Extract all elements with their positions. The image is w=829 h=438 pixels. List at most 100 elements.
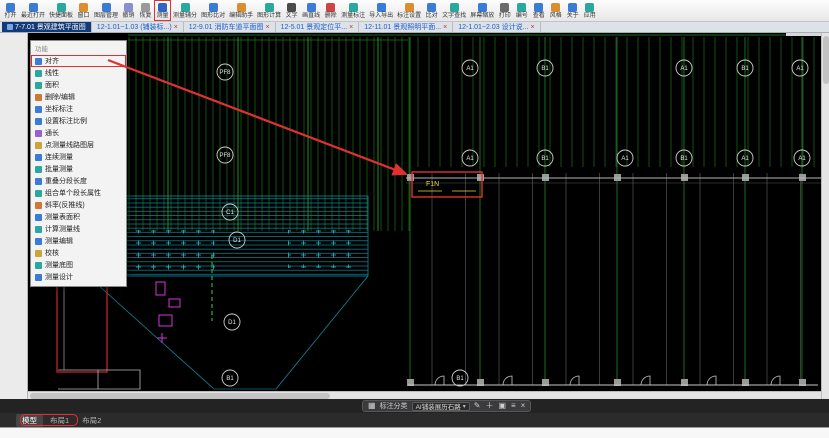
panel-item-16[interactable]: 测量编辑 <box>31 235 126 247</box>
vertical-scrollbar-thumb[interactable] <box>823 36 829 84</box>
panel-item-icon <box>35 57 42 65</box>
close-icon[interactable]: × <box>174 24 178 31</box>
text-icon <box>287 2 297 12</box>
panel-item-19[interactable]: 测量设计 <box>31 271 126 283</box>
close-icon[interactable]: × <box>349 24 353 31</box>
toolbar-button-27[interactable]: 应用 <box>581 0 598 21</box>
delete-icon[interactable]: × <box>521 402 526 410</box>
document-tab-6[interactable]: 12-1.01~2.03 设计说... × <box>453 22 541 32</box>
toolbar-button-7[interactable]: 恢复 <box>137 0 154 21</box>
panel-item-label: 删除/编辑 <box>45 94 75 101</box>
panel-item-icon <box>35 201 42 209</box>
panel-item-5[interactable]: 坐标标注 <box>31 103 126 115</box>
layout-tab-2[interactable]: 布局1 <box>44 414 75 427</box>
toolbar-button-26[interactable]: 关于 <box>564 0 581 21</box>
draw-line-icon <box>306 2 316 12</box>
toolbar-button-label: 关于 <box>566 12 579 19</box>
toolbar-button-15[interactable]: 删除 <box>322 0 339 21</box>
annotation-classify-dropdown[interactable]: AI铺装展历石路 ▾ <box>411 401 470 411</box>
toolbar-button-24[interactable]: 查看 <box>530 0 547 21</box>
layout-tab-1[interactable]: 模型 <box>16 413 43 427</box>
toolbar-button-1[interactable]: 打开 <box>2 0 19 21</box>
toolbar-button-23[interactable]: 编号 <box>513 0 530 21</box>
import-export-icon <box>376 2 386 12</box>
screen-zoom-icon <box>477 2 487 12</box>
toolbar-button-5[interactable]: 图层管理 <box>92 0 120 21</box>
close-icon[interactable]: × <box>443 24 447 31</box>
panel-item-icon <box>35 213 42 221</box>
panel-item-12[interactable]: 组合单个段长属性 <box>31 187 126 199</box>
toolbar-button-9[interactable]: 测量辅分 <box>171 0 199 21</box>
toolbar-button-10[interactable]: 图形比对 <box>199 0 227 21</box>
axis-bubble-label: A1 <box>466 156 474 162</box>
panel-item-label: 通长 <box>45 130 59 137</box>
layout-tab-3[interactable]: 布局2 <box>76 414 107 427</box>
toolbar-button-label: 文字 <box>285 12 298 19</box>
edit-icon[interactable]: ✎ <box>474 402 481 410</box>
document-tab-4[interactable]: 12-5.01 景观定位平... × <box>276 22 360 32</box>
magenta-fixtures <box>155 281 181 343</box>
toolbar-button-4[interactable]: 窗口 <box>75 0 92 21</box>
cad-drawing[interactable]: PF8 PF8 A1 B1 A1 B1 A1 A1 B1 A1 B1 A1 A1 C1 D1 D1 B1 B1 F… <box>28 33 821 391</box>
toolbar-button-16[interactable]: 测量标注 <box>339 0 367 21</box>
toolbar-button-2[interactable]: 最近打开 <box>19 0 47 21</box>
recent-open-icon <box>28 2 38 12</box>
panel-item-3[interactable]: 面积 <box>31 79 126 91</box>
panel-item-4[interactable]: 删除/编辑 <box>31 91 126 103</box>
toolbar-button-22[interactable]: 打印 <box>496 0 513 21</box>
toolbar-button-14[interactable]: 画直线 <box>300 0 322 21</box>
document-tab-2[interactable]: 12-1.01~1.03 (铺装标...) × <box>92 22 184 32</box>
toolbar-button-11[interactable]: 编辑助手 <box>227 0 255 21</box>
toolbar-button-17[interactable]: 导入导出 <box>367 0 395 21</box>
toolbar: 打开 最近打开 快捷面板 窗口 图层管理 撤销 恢复 测量 测量辅分 图形比对 编辑助手 图形计算 文字… <box>0 0 829 22</box>
label-settings-icon <box>404 2 414 12</box>
toolbar-button-3[interactable]: 快捷面板 <box>47 0 75 21</box>
close-icon[interactable]: × <box>530 24 534 31</box>
toolbar-button-6[interactable]: 撤销 <box>120 0 137 21</box>
document-tab-label: 12-1.01~1.03 (铺装标...) <box>96 24 172 31</box>
move-icon[interactable]: ＋ <box>485 402 493 410</box>
close-icon[interactable]: × <box>265 24 269 31</box>
panel-item-8[interactable]: 点测量线路图层 <box>31 139 126 151</box>
callout-dimension-text: F1N <box>426 181 439 188</box>
toolbar-button-21[interactable]: 屏幕缩放 <box>468 0 496 21</box>
panel-item-14[interactable]: 测量表面积 <box>31 211 126 223</box>
toolbar-button-label: 打开 <box>4 12 17 19</box>
panel-item-11[interactable]: 重叠分段长度 <box>31 175 126 187</box>
toolbar-button-19[interactable]: 比对 <box>423 0 440 21</box>
copy-icon[interactable]: ▣ <box>498 402 506 410</box>
toolbar-button-12[interactable]: 图形计算 <box>255 0 283 21</box>
apply-icon <box>585 2 595 12</box>
toolbar-button-label: 屏幕缩放 <box>470 12 495 19</box>
panel-item-6[interactable]: 设置标注比例 <box>31 115 126 127</box>
panel-item-17[interactable]: 校核 <box>31 247 126 259</box>
document-tab-5[interactable]: 12-11.01 景观照明平面... × <box>359 22 454 32</box>
panel-item-9[interactable]: 连续测量 <box>31 151 126 163</box>
toolbar-button-8[interactable]: 测量 <box>154 0 172 21</box>
panel-item-icon <box>35 249 42 257</box>
panel-item-10[interactable]: 批量测量 <box>31 163 126 175</box>
panel-item-1[interactable]: 对齐 <box>31 55 126 67</box>
panel-item-icon <box>35 177 42 185</box>
panel-item-icon <box>35 153 42 161</box>
axis-bubble-label: A1 <box>798 156 806 162</box>
document-tab-1[interactable]: 7-7.01 景观建筑平面图 <box>2 22 92 32</box>
axis-bubble-label: A1 <box>741 156 749 162</box>
cad-drawing-area[interactable]: PF8 PF8 A1 B1 A1 B1 A1 A1 B1 A1 B1 A1 A1 C1 D1 D1 B1 B1 F… <box>28 33 821 399</box>
toolbar-button-20[interactable]: 文字查找 <box>440 0 468 21</box>
toolbar-button-13[interactable]: 文字 <box>283 0 300 21</box>
horizontal-scrollbar[interactable] <box>28 391 821 399</box>
panel-item-2[interactable]: 线性 <box>31 67 126 79</box>
layers-icon[interactable]: ≡ <box>511 402 516 410</box>
panel-item-7[interactable]: 通长 <box>31 127 126 139</box>
toolbar-button-18[interactable]: 标注设置 <box>395 0 423 21</box>
document-tab-3[interactable]: 12-9.01 消防车道平面图 × <box>184 22 276 32</box>
vertical-scrollbar[interactable] <box>821 33 829 399</box>
panel-item-icon <box>35 261 42 269</box>
toolbar-button-label: 恢复 <box>139 12 152 19</box>
panel-item-15[interactable]: 计算测量线 <box>31 223 126 235</box>
toolbar-button-label: 测量标注 <box>341 12 366 19</box>
panel-item-18[interactable]: 测量底图 <box>31 259 126 271</box>
panel-item-13[interactable]: 斜率(反推线) <box>31 199 126 211</box>
toolbar-button-25[interactable]: 风格 <box>547 0 564 21</box>
